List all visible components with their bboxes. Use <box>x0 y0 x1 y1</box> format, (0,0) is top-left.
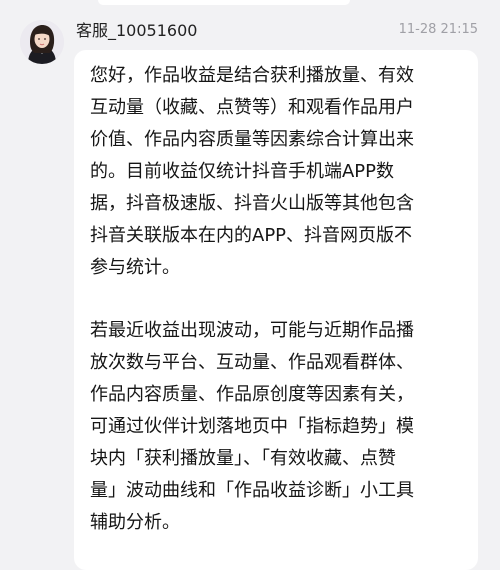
message-line: 价值、作品内容质量等因素综合计算出来 <box>90 129 414 150</box>
message-line: 可通过伙伴计划落地页中「指标趋势」模 <box>90 416 414 437</box>
message-line: 量」波动曲线和「作品收益诊断」小工具 <box>90 480 414 501</box>
message-line: 作品内容质量、作品原创度等因素有关， <box>90 384 414 405</box>
message-line: 块内「获利播放量」、「有效收藏、点赞 <box>90 448 396 469</box>
message-line: 抖音关联版本在内的APP、抖音网页版不 <box>90 225 413 246</box>
message-line: 互动量（收藏、点赞等）和观看作品用户 <box>90 97 414 118</box>
sender-name: 客服_10051600 <box>76 21 198 40</box>
message-line: 您好，作品收益是结合获利播放量、有效 <box>90 65 414 86</box>
message-paragraph-2: 若最近收益出现波动，可能与近期作品播 放次数与平台、互动量、作品观看群体、 作品… <box>90 315 464 539</box>
message-paragraph-1: 您好，作品收益是结合获利播放量、有效 互动量（收藏、点赞等）和观看作品用户 价值… <box>90 60 464 284</box>
message-line: 辅助分析。 <box>90 512 180 533</box>
customer-service-avatar-icon <box>20 20 64 64</box>
message-line: 的。目前收益仅统计抖音手机端APP数 <box>90 161 395 182</box>
avatar[interactable] <box>20 20 64 64</box>
chat-message: 客服_10051600 11-28 21:15 您好，作品收益是结合获利播放量、… <box>0 0 500 570</box>
message-line: 据，抖音极速版、抖音火山版等其他包含 <box>90 193 414 214</box>
message-line: 参与统计。 <box>90 257 180 278</box>
message-timestamp: 11-28 21:15 <box>398 22 478 37</box>
message-bubble[interactable]: 您好，作品收益是结合获利播放量、有效 互动量（收藏、点赞等）和观看作品用户 价值… <box>74 50 478 570</box>
message-line: 放次数与平台、互动量、作品观看群体、 <box>90 352 414 373</box>
message-line: 若最近收益出现波动，可能与近期作品播 <box>90 320 414 341</box>
